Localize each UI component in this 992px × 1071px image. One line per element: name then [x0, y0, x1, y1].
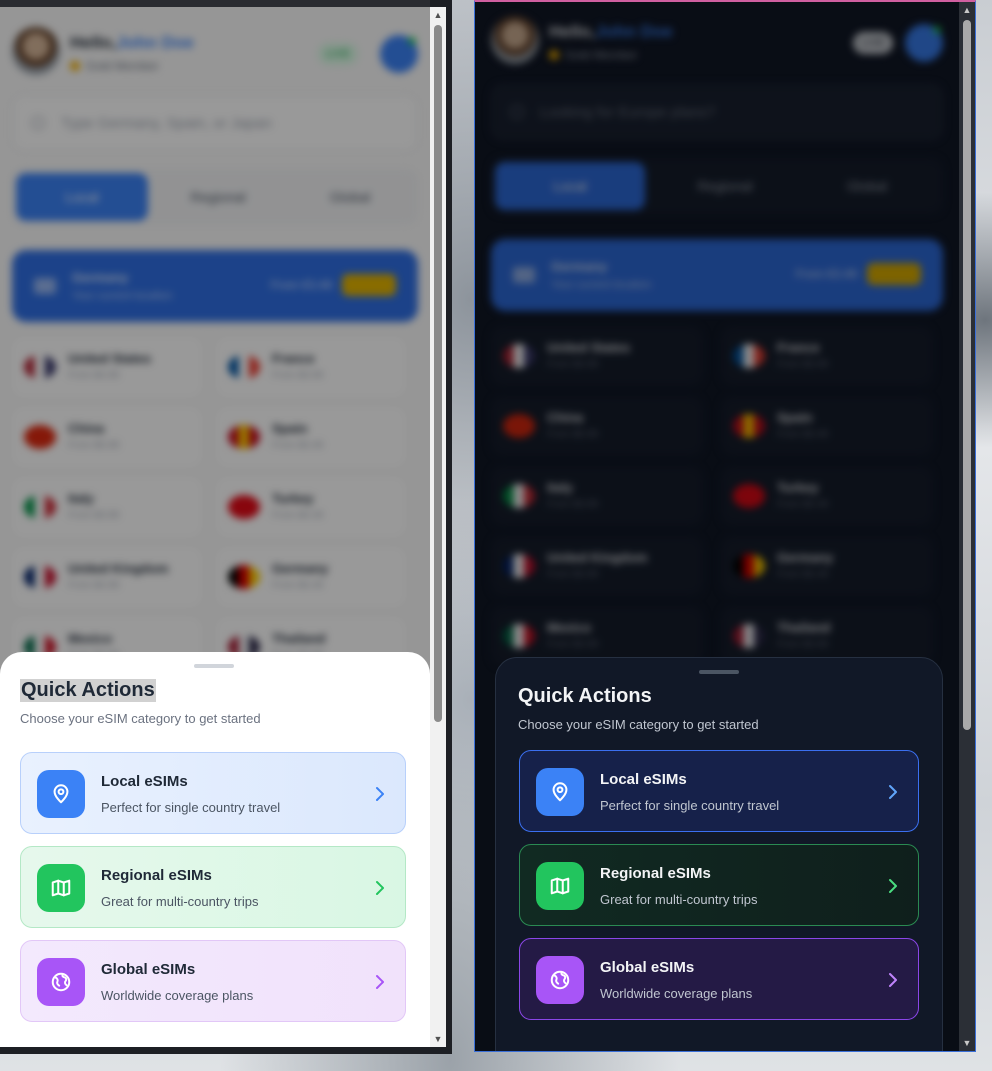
local-esims-card[interactable]: Local eSIMs Perfect for single country t… [20, 752, 406, 834]
light-viewport: Hello,John Doe Gold Member LIVE Type Ger… [0, 7, 430, 1047]
sheet-drag-handle[interactable] [699, 670, 739, 674]
dark-viewport: Hello,John Doe Gold Member LIVE Looking … [475, 2, 959, 1051]
global-esims-card[interactable]: Global eSIMs Worldwide coverage plans [519, 938, 919, 1020]
dark-theme-window: Hello,John Doe Gold Member LIVE Looking … [474, 0, 976, 1052]
sheet-subtitle: Choose your eSIM category to get started [20, 711, 261, 726]
scroll-down-arrow-icon[interactable]: ▼ [433, 1034, 443, 1044]
scroll-up-arrow-icon[interactable]: ▲ [962, 5, 972, 15]
sheet-title: Quick Actions [20, 679, 156, 702]
regional-esims-card[interactable]: Regional eSIMs Great for multi-country t… [519, 844, 919, 926]
map-pin-icon [536, 768, 584, 816]
globe-icon [37, 958, 85, 1006]
map-icon [37, 864, 85, 912]
global-esims-card[interactable]: Global eSIMs Worldwide coverage plans [20, 940, 406, 1022]
chevron-right-icon [889, 879, 897, 893]
sheet-drag-handle[interactable] [194, 664, 234, 668]
chevron-right-icon [376, 787, 384, 801]
globe-icon [536, 956, 584, 1004]
map-pin-icon [37, 770, 85, 818]
scroll-up-arrow-icon[interactable]: ▲ [433, 10, 443, 20]
vertical-scrollbar[interactable]: ▲ ▼ [430, 7, 446, 1047]
window-bottom-edge [0, 1047, 452, 1054]
chevron-right-icon [376, 975, 384, 989]
quick-actions-sheet: Quick Actions Choose your eSIM category … [0, 652, 430, 1047]
regional-esims-card[interactable]: Regional eSIMs Great for multi-country t… [20, 846, 406, 928]
vertical-scrollbar[interactable]: ▲ ▼ [959, 2, 975, 1051]
light-theme-window: Hello,John Doe Gold Member LIVE Type Ger… [0, 0, 452, 1054]
local-esims-card[interactable]: Local eSIMs Perfect for single country t… [519, 750, 919, 832]
window-top-bar [0, 0, 430, 7]
chevron-right-icon [889, 973, 897, 987]
scroll-down-arrow-icon[interactable]: ▼ [962, 1038, 972, 1048]
sheet-title: Quick Actions [518, 685, 652, 707]
chevron-right-icon [889, 785, 897, 799]
chevron-right-icon [376, 881, 384, 895]
map-icon [536, 862, 584, 910]
scrollbar-thumb[interactable] [434, 25, 442, 722]
scrollbar-thumb[interactable] [963, 20, 971, 730]
quick-actions-sheet: Quick Actions Choose your eSIM category … [495, 657, 943, 1051]
sheet-subtitle: Choose your eSIM category to get started [518, 717, 759, 732]
